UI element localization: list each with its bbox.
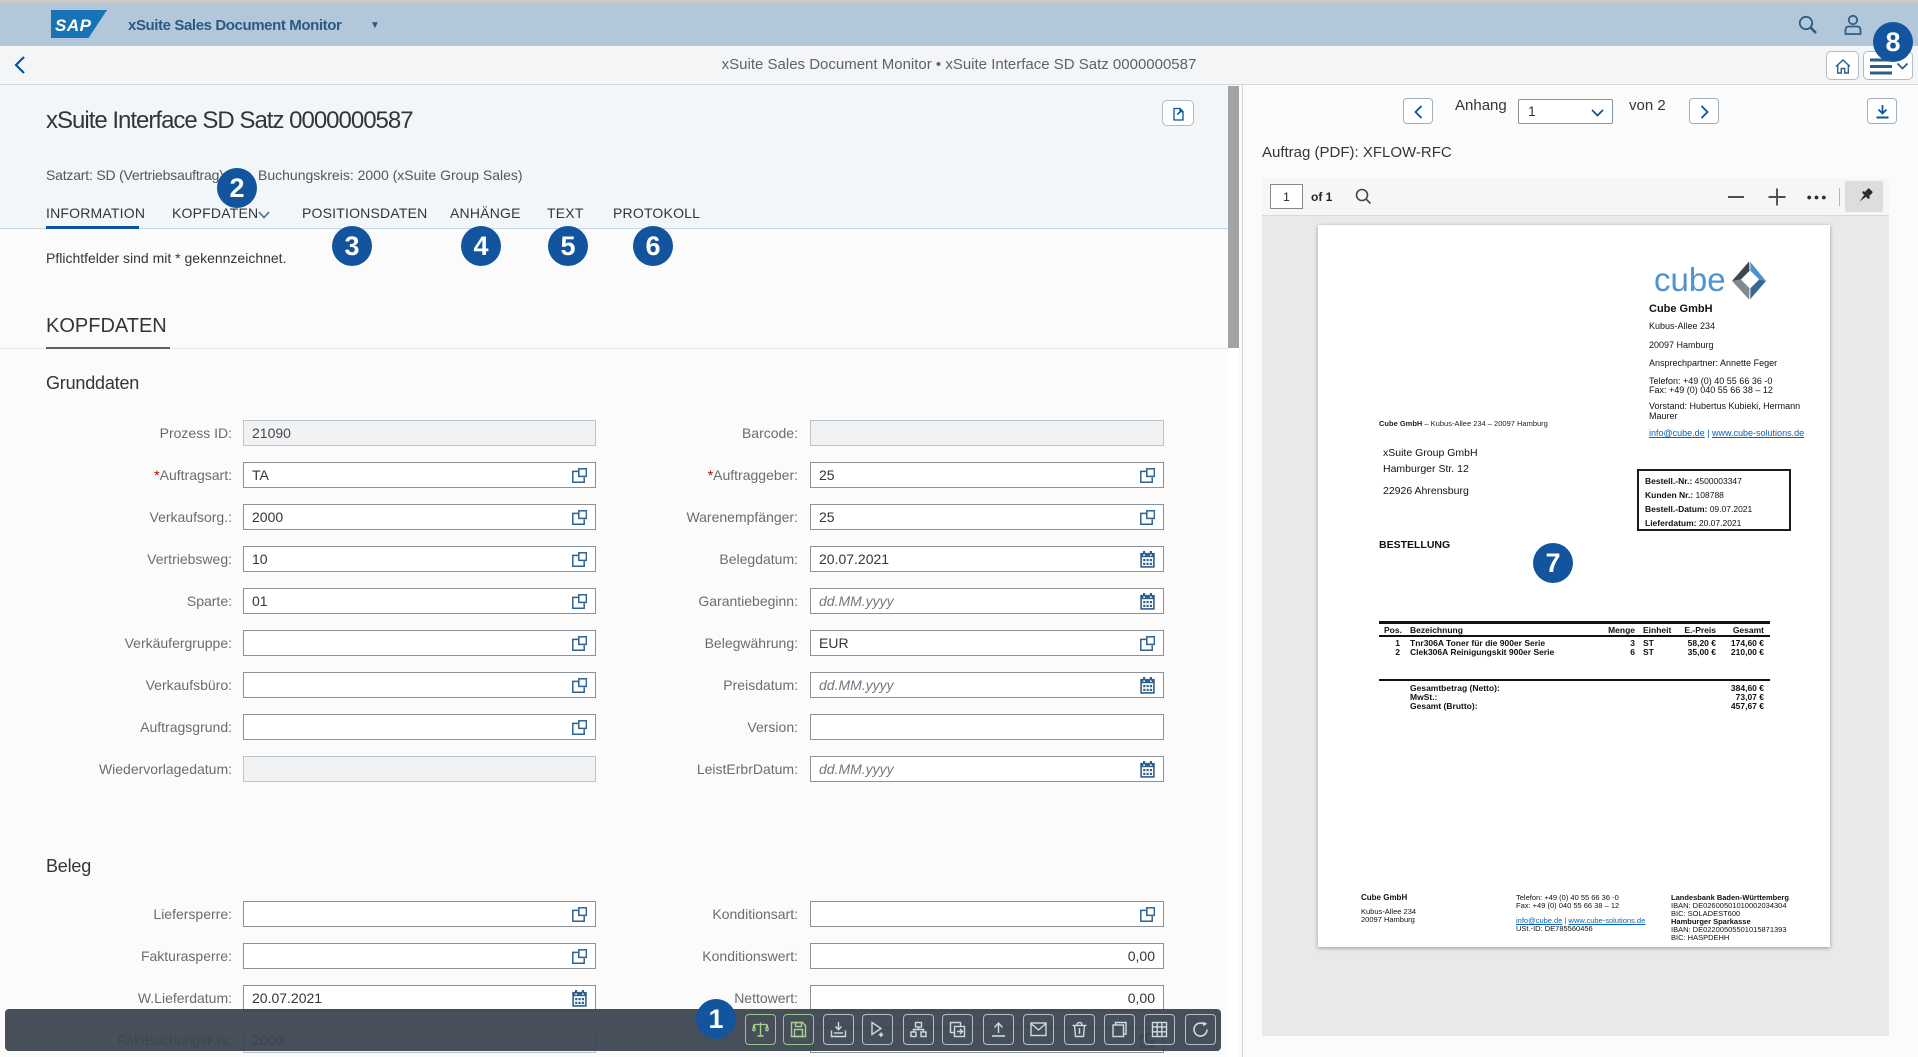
svg-text:SAP: SAP [55, 16, 92, 35]
